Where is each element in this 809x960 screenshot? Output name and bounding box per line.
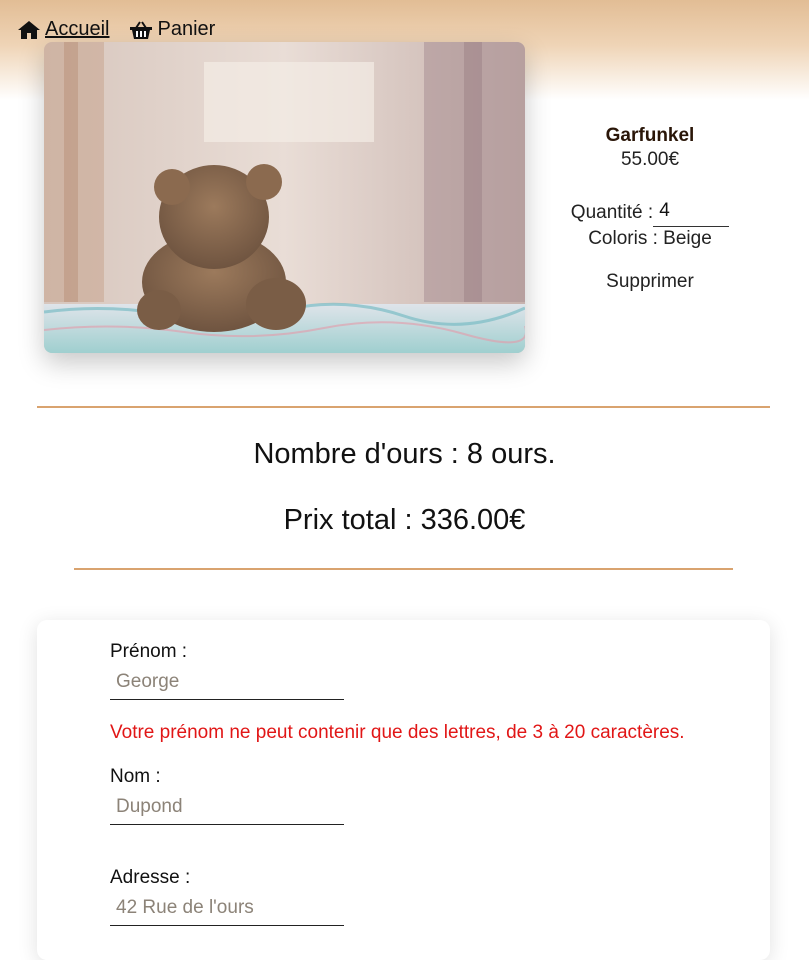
remove-button[interactable]: Supprimer [606, 271, 694, 293]
color-label: Coloris : [588, 228, 658, 249]
quantity-label: Quantité : [570, 201, 654, 223]
product-name: Garfunkel [605, 125, 695, 146]
color-row: Coloris : Beige [550, 227, 750, 251]
product-price: 55.00€ [620, 149, 680, 170]
quantity-input[interactable] [653, 198, 730, 227]
lastname-input[interactable] [110, 792, 344, 825]
address-input[interactable] [110, 893, 344, 926]
bear-count: Nombre d'ours : 8 ours. [253, 438, 556, 470]
product-image [44, 42, 525, 353]
house-icon [18, 20, 40, 39]
nav-home-link[interactable]: Accueil [17, 18, 109, 41]
nav-cart-link[interactable]: Panier [129, 18, 215, 41]
divider-top [37, 406, 770, 408]
nav-cart-label[interactable]: Panier [157, 18, 215, 41]
firstname-label: Prénom : [110, 641, 188, 662]
firstname-error: Votre prénom ne peut contenir que des le… [110, 722, 685, 743]
order-form: Prénom : Votre prénom ne peut contenir q… [37, 620, 770, 960]
address-label: Adresse : [110, 867, 191, 888]
quantity-row: Quantité : [550, 198, 750, 227]
product-info: Garfunkel 55.00€ Quantité : Coloris : Be… [550, 124, 750, 293]
lastname-label: Nom : [110, 766, 161, 787]
total-price: Prix total : 336.00€ [283, 504, 526, 536]
basket-icon [130, 20, 153, 39]
color-value: Beige [663, 228, 712, 249]
nav-home-label[interactable]: Accueil [45, 18, 109, 41]
top-nav: Accueil Panier [17, 18, 235, 41]
firstname-input[interactable] [110, 667, 344, 700]
divider-bottom [74, 568, 733, 570]
